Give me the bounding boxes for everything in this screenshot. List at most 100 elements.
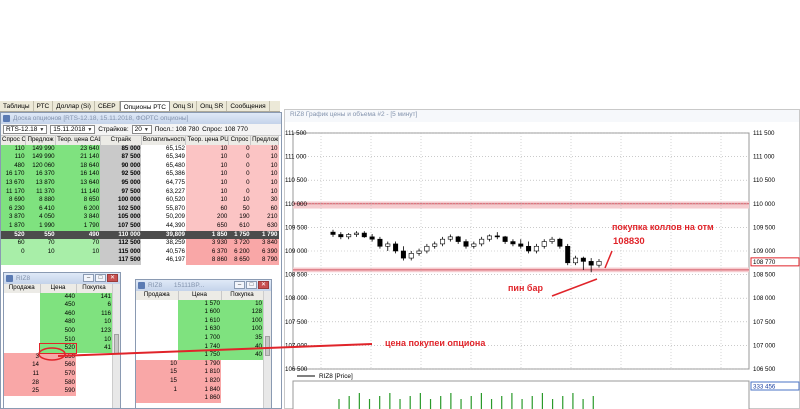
table-row[interactable]: 6 230 6 410 6 200 102 500 55,870 60 50 60 bbox=[1, 204, 279, 214]
depth-row[interactable]: 1 740 40 bbox=[136, 342, 263, 352]
column-header[interactable]: Предлож bbox=[250, 136, 279, 145]
depth-row[interactable]: 28 580 bbox=[4, 378, 112, 388]
column-header[interactable]: Страйк bbox=[100, 136, 142, 145]
scroll-thumb[interactable] bbox=[265, 336, 270, 356]
scroll-thumb[interactable] bbox=[114, 334, 119, 354]
table-row[interactable]: 16 170 16 370 16 140 92 500 65,386 10 0 10 bbox=[1, 170, 279, 179]
column-header[interactable]: Спрос bbox=[228, 136, 252, 145]
tab-7[interactable]: Сообщения bbox=[227, 101, 270, 111]
table-cell: 10 bbox=[185, 170, 229, 179]
column-header[interactable]: Теор. цена CAL bbox=[55, 136, 101, 145]
depth-row[interactable]: 1 610 100 bbox=[136, 316, 263, 326]
close-button[interactable]: ✕ bbox=[258, 281, 269, 289]
column-header[interactable]: Продажа bbox=[136, 291, 179, 300]
tab-6[interactable]: Опц SR bbox=[197, 101, 228, 111]
candle-body bbox=[486, 235, 492, 240]
table-cell: 3 720 bbox=[228, 239, 251, 248]
riz8-option-depth-window: RIZ8 15111BP... – □ ✕ Продажа Цена Покупка… bbox=[135, 279, 272, 409]
instrument-select[interactable]: RTS-12.18 ▼ bbox=[3, 125, 48, 134]
depth-row[interactable]: 500 123 bbox=[4, 326, 112, 336]
column-header[interactable]: Покупка bbox=[76, 284, 113, 293]
table-row[interactable]: 110 149 990 21 140 87 500 65,349 10 0 10 bbox=[1, 153, 279, 162]
column-header[interactable]: Цена bbox=[40, 284, 77, 293]
depth-row[interactable]: 11 570 bbox=[4, 369, 112, 379]
table-row[interactable]: 110 149 990 23 640 85 000 65,152 10 0 10 bbox=[1, 144, 279, 154]
column-header[interactable]: Цена bbox=[178, 291, 222, 300]
table-row[interactable]: 60 70 70 112 500 38,259 3 930 3 720 3 840 bbox=[1, 239, 279, 248]
riz8-scrollbar[interactable] bbox=[112, 284, 120, 408]
column-header[interactable]: Продажа bbox=[4, 284, 41, 293]
tab-4[interactable]: Опционы РТС bbox=[119, 101, 170, 111]
table-cell: 8 790 bbox=[250, 256, 279, 265]
depth-row[interactable]: 14 560 bbox=[4, 361, 112, 370]
depth-row[interactable]: 520 41 bbox=[4, 343, 112, 354]
depth-row[interactable]: 1 600 128 bbox=[136, 308, 263, 317]
y-tick-label-left: 106 500 bbox=[285, 366, 308, 373]
depth-row[interactable]: 15 1 810 bbox=[136, 368, 263, 377]
table-row[interactable]: 13 670 13 870 13 640 95 000 64,775 10 0 10 bbox=[1, 178, 279, 188]
depth-cell bbox=[76, 387, 112, 396]
depth-row[interactable]: 11 840 bbox=[136, 385, 263, 395]
table-row[interactable]: 8 690 8 880 8 650 100 000 60,520 10 10 30 bbox=[1, 196, 279, 205]
maximize-button[interactable]: □ bbox=[246, 281, 257, 289]
chart-legend: RIZ8 [Price] bbox=[319, 373, 353, 380]
table-cell: 65,480 bbox=[141, 161, 186, 171]
tab-1[interactable]: РТС bbox=[34, 101, 54, 111]
options-board-titlebar[interactable]: Доска опционов [RTS-12.18, 15.11.2018, Ф… bbox=[1, 113, 281, 124]
table-cell: 3 840 bbox=[250, 239, 279, 248]
depth-row[interactable]: 10 1 790 bbox=[136, 359, 263, 369]
candle-body bbox=[346, 234, 352, 238]
table-cell: 0 bbox=[228, 170, 251, 179]
depth-row[interactable]: 25 590 bbox=[4, 387, 112, 396]
tab-2[interactable]: Доллар (Si) bbox=[53, 101, 95, 111]
column-header[interactable]: Предлож bbox=[25, 136, 57, 145]
candle-body bbox=[338, 234, 344, 238]
table-cell: 16 370 bbox=[25, 170, 56, 179]
table-row[interactable]: 117 500 46,197 8 860 8 650 8 790 bbox=[1, 256, 279, 265]
candle-body bbox=[573, 257, 579, 264]
table-cell bbox=[55, 256, 101, 265]
depth-row[interactable]: 1 750 40 bbox=[136, 351, 263, 360]
table-row[interactable]: 3 870 4 050 3 840 105 000 50,209 200 190 210 bbox=[1, 213, 279, 222]
table-cell: 1 850 bbox=[185, 230, 229, 240]
strikes-select[interactable]: 20 ▼ bbox=[131, 125, 152, 134]
table-row[interactable]: 0 10 10 115 000 40,576 6 370 6 200 6 390 bbox=[1, 247, 279, 257]
tab-0[interactable]: Таблицы bbox=[0, 101, 34, 111]
depth-row[interactable]: 440 141 bbox=[4, 292, 112, 302]
tab-5[interactable]: Опц SI bbox=[170, 101, 198, 111]
table-row[interactable]: 11 170 11 370 11 140 97 500 63,227 10 0 10 bbox=[1, 187, 279, 197]
candle-body bbox=[502, 236, 508, 242]
depth-row[interactable]: 510 10 bbox=[4, 335, 112, 345]
depth-row[interactable]: 15 1 820 bbox=[136, 376, 263, 386]
window-icon bbox=[138, 282, 145, 289]
riz8-option-titlebar[interactable]: RIZ8 15111BP... – □ ✕ bbox=[136, 280, 271, 291]
column-header[interactable]: Волатильность bbox=[141, 136, 187, 145]
price-chart[interactable]: 111 500 111 500 111 000 111 000 110 500 110 5… bbox=[284, 113, 800, 409]
depth-row[interactable]: 1 860 bbox=[136, 394, 263, 403]
depth-row[interactable]: 1 630 100 bbox=[136, 325, 263, 334]
riz8-option-scrollbar[interactable] bbox=[263, 291, 271, 408]
tab-3[interactable]: СБЕР bbox=[95, 101, 120, 111]
depth-row[interactable]: 480 10 bbox=[4, 318, 112, 327]
close-button[interactable]: ✕ bbox=[107, 274, 118, 282]
depth-cell: 1 600 bbox=[178, 308, 221, 317]
column-header[interactable]: Теор. цена PUT bbox=[185, 136, 229, 145]
date-select[interactable]: 15.11.2018 ▼ bbox=[50, 125, 96, 134]
minimize-button[interactable]: – bbox=[234, 281, 245, 289]
depth-cell: 500 bbox=[40, 326, 76, 336]
riz8-titlebar[interactable]: RIZ8 – □ ✕ bbox=[4, 273, 120, 284]
column-header[interactable]: Спрос CAL bbox=[1, 136, 27, 145]
depth-row[interactable]: 450 6 bbox=[4, 301, 112, 310]
depth-row[interactable]: 1 570 10 bbox=[136, 299, 263, 309]
table-row[interactable]: 520 550 490 110 000 39,809 1 850 1 750 1 790 bbox=[1, 230, 279, 240]
column-header[interactable]: Покупка bbox=[221, 291, 264, 300]
depth-row[interactable]: 1 700 35 bbox=[136, 333, 263, 343]
table-row[interactable]: 480 120 060 18 640 90 000 65,480 10 0 10 bbox=[1, 161, 279, 171]
depth-row[interactable]: 3 550 bbox=[4, 352, 112, 362]
depth-row[interactable]: 460 116 bbox=[4, 309, 112, 319]
table-row[interactable]: 1 870 1 990 1 790 107 500 44,390 650 610 630 bbox=[1, 221, 279, 231]
minimize-button[interactable]: – bbox=[83, 274, 94, 282]
depth-cell: 141 bbox=[76, 292, 112, 302]
maximize-button[interactable]: □ bbox=[95, 274, 106, 282]
strikes-value: 20 bbox=[134, 125, 142, 133]
